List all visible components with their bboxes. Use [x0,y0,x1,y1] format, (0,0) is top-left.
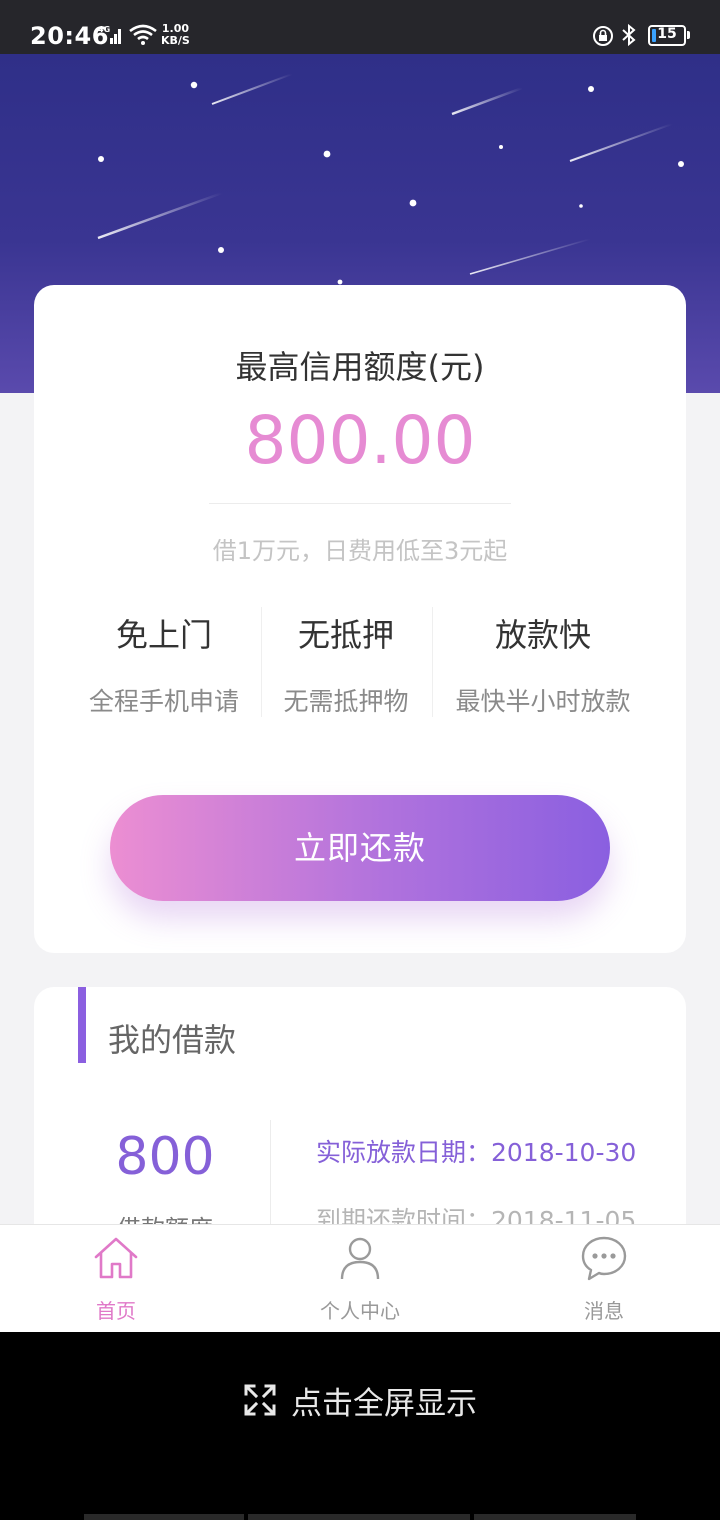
cell-signal-icon: 4G [98,25,121,44]
feature-title: 免上门 [115,616,212,654]
battery-icon: 15 [648,25,686,46]
status-bar: 20:46 4G 1.00 KB/S 15 [0,0,720,54]
feature-title: 无抵押 [297,616,394,654]
disburse-date: 实际放款日期：2018-10-30 [316,1138,637,1167]
tab-label: 个人中心 [320,1299,400,1323]
feature-desc: 全程手机申请 [88,687,239,716]
credit-limit-title: 最高信用额度(元) [235,348,485,386]
section-accent-bar [78,987,86,1063]
battery-cap [687,31,690,39]
feature-no-visit: 免上门 全程手机申请 [74,610,254,718]
nav-indicator [84,1514,244,1520]
tab-label: 首页 [96,1299,136,1323]
fullscreen-bar: 点击全屏显示 [0,1332,720,1520]
feature-fast-disbursement: 放款快 最快半小时放款 [446,610,640,718]
bottom-tab-bar: 首页 个人中心 消息 [0,1224,720,1332]
feature-desc: 最快半小时放款 [455,687,631,716]
bluetooth-icon [622,23,636,47]
expand-icon [244,1384,276,1416]
loan-divider [270,1120,271,1240]
feature-divider [432,607,433,717]
divider [209,503,511,504]
feature-no-collateral: 无抵押 无需抵押物 [266,610,426,718]
repay-now-button[interactable]: 立即还款 [110,795,610,901]
nav-indicator [248,1514,470,1520]
tab-home[interactable]: 首页 [36,1225,196,1332]
tab-messages[interactable]: 消息 [524,1225,684,1332]
speed-unit: KB/S [161,34,190,47]
app-screen: 最高信用额度(元) 800.00 借1万元，日费用低至3元起 免上门 全程手机申… [0,54,720,1332]
credit-card: 最高信用额度(元) 800.00 借1万元，日费用低至3元起 免上门 全程手机申… [34,285,686,953]
battery-level: 15 [657,26,677,42]
fullscreen-label: 点击全屏显示 [291,1385,477,1422]
loan-amount: 800 [115,1127,215,1187]
feature-divider [261,607,262,717]
chat-icon [581,1236,627,1281]
network-speed: 1.00 KB/S [161,23,190,47]
user-icon [340,1237,380,1280]
nav-indicator [474,1514,636,1520]
credit-note: 借1万元，日费用低至3元起 [212,537,508,565]
feature-title: 放款快 [494,616,591,654]
tab-profile[interactable]: 个人中心 [280,1225,440,1332]
home-icon [94,1237,138,1279]
my-loan-title: 我的借款 [108,1021,237,1059]
feature-desc: 无需抵押物 [283,687,409,716]
rotation-lock-icon [593,26,613,46]
credit-limit-amount: 800.00 [244,402,476,479]
wifi-icon [129,24,157,45]
tab-label: 消息 [584,1299,624,1323]
fullscreen-button[interactable]: 点击全屏显示 [243,1380,477,1422]
network-type: 4G [98,25,110,34]
